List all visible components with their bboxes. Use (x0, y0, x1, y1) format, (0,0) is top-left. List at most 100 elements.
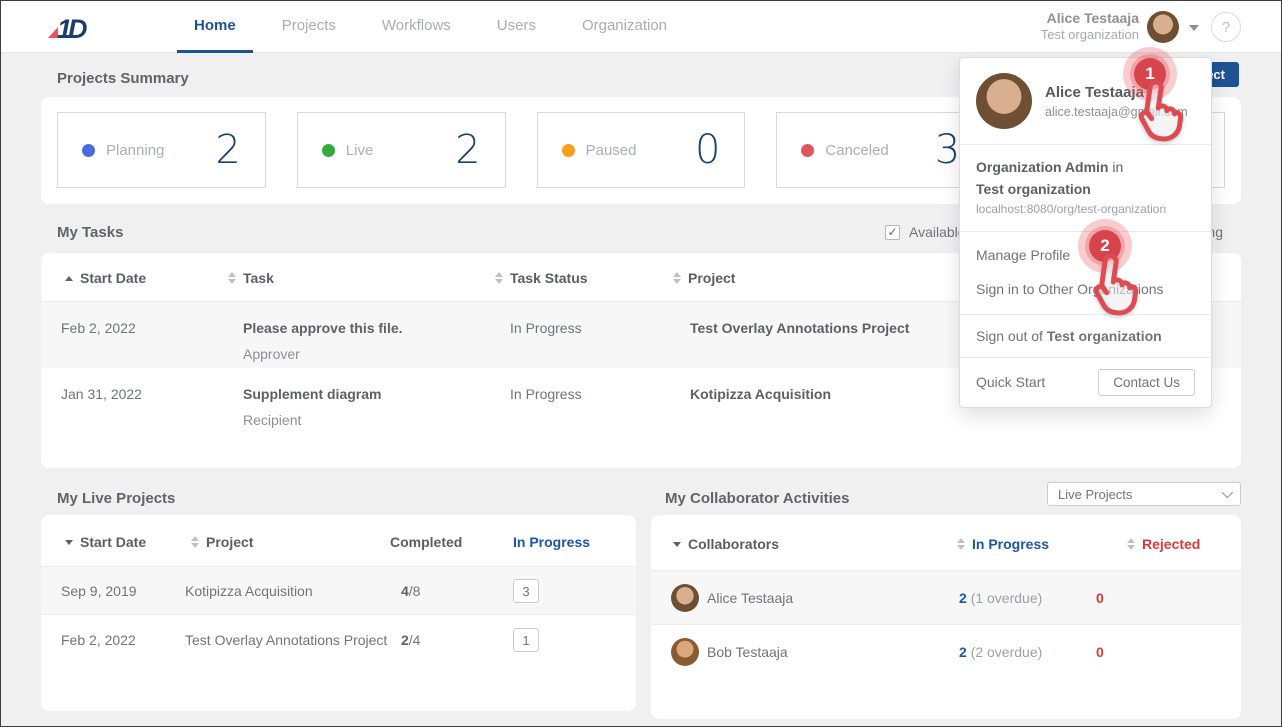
collaborator-avatar (671, 638, 699, 666)
app-logo-icon[interactable]: 1D (41, 12, 101, 42)
summary-card-live[interactable]: Live 2 (297, 112, 506, 188)
collaborator-in-progress: 2 (2 overdue) (959, 644, 1042, 660)
menu-footer: Quick Start Contact Us (960, 358, 1211, 407)
in-progress-count-button[interactable]: 3 (513, 579, 539, 603)
user-dropdown-menu: Alice Testaaja alice.testaaja@gmail.com … (959, 57, 1212, 408)
summary-card-planning[interactable]: Planning 2 (57, 112, 266, 188)
summary-card-canceled[interactable]: Canceled 3 (776, 112, 985, 188)
collaborator-activities-title: My Collaborator Activities (665, 490, 849, 507)
profile-email: alice.testaaja@gmail.com (1045, 105, 1188, 119)
card-value: 3 (935, 127, 960, 173)
tasks-col-status[interactable]: Task Status (495, 270, 588, 286)
collaborator-avatar (671, 584, 699, 612)
sort-icon (191, 536, 199, 548)
live-col-start-date[interactable]: Start Date (65, 534, 146, 550)
user-name: Alice Testaaja (1041, 9, 1139, 27)
checkbox-checked-icon[interactable]: ✓ (885, 225, 900, 240)
card-label: Paused (586, 142, 637, 159)
collaborator-row[interactable]: Bob Testaaja 2 (2 overdue) 0 (651, 625, 1241, 679)
my-tasks-title: My Tasks (57, 224, 123, 241)
collab-col-in-progress[interactable]: In Progress (957, 536, 1049, 552)
projects-filter-select[interactable]: Live Projects (1047, 482, 1241, 506)
collaborator-name: Alice Testaaja (707, 590, 793, 606)
collaborator-rejected[interactable]: 0 (1096, 590, 1104, 606)
my-live-projects-table: Start Date Project Completed In Progress… (41, 515, 636, 711)
collab-col-rejected[interactable]: Rejected (1127, 536, 1200, 552)
collaborator-name: Bob Testaaja (707, 644, 788, 660)
collaborator-in-progress: 2 (1 overdue) (959, 590, 1042, 606)
user-organization: Test organization (1041, 27, 1139, 44)
collaborator-row[interactable]: Alice Testaaja 2 (1 overdue) 0 (651, 571, 1241, 625)
tasks-col-start-date[interactable]: Start Date (65, 270, 146, 286)
collaborator-activities-table: Collaborators In Progress Rejected Alice… (651, 515, 1241, 719)
tasks-col-task[interactable]: Task (228, 270, 274, 286)
live-status-dot-icon (322, 144, 335, 157)
quick-start-link[interactable]: Quick Start (976, 374, 1045, 390)
live-project-row[interactable]: Sep 9, 2019 Kotipizza Acquisition 4/8 3 (41, 567, 636, 615)
card-value: 2 (215, 127, 240, 173)
live-project-row[interactable]: Feb 2, 2022 Test Overlay Annotations Pro… (41, 616, 636, 664)
live-start-date: Sep 9, 2019 (61, 583, 137, 599)
chevron-down-icon (1222, 487, 1233, 498)
profile-avatar (976, 73, 1032, 129)
in-progress-count-button[interactable]: 1 (513, 628, 539, 652)
collab-col-name[interactable]: Collaborators (673, 536, 779, 552)
tasks-col-project[interactable]: Project (673, 270, 735, 286)
nav-item-workflows[interactable]: Workflows (365, 1, 468, 53)
card-value: 0 (695, 127, 720, 173)
help-button[interactable]: ? (1211, 12, 1241, 42)
chevron-down-icon[interactable] (1189, 25, 1199, 31)
task-start-date: Jan 31, 2022 (61, 386, 142, 402)
card-value: 2 (455, 127, 480, 173)
planning-status-dot-icon (82, 144, 95, 157)
live-table-header: Start Date Project Completed In Progress (41, 515, 636, 567)
sort-icon (1127, 538, 1135, 550)
task-project[interactable]: Test Overlay Annotations Project (690, 320, 909, 336)
org-name: Test organization (976, 179, 1195, 201)
sort-desc-icon (673, 542, 681, 547)
card-label: Planning (106, 142, 164, 159)
task-project[interactable]: Kotipizza Acquisition (690, 386, 831, 402)
menu-item-manage-profile[interactable]: Manage Profile (976, 238, 1195, 272)
my-live-projects-title: My Live Projects (57, 490, 175, 507)
collaborator-rejected[interactable]: 0 (1096, 644, 1104, 660)
user-menu-trigger[interactable]: Alice Testaaja Test organization (1041, 9, 1139, 44)
contact-us-button[interactable]: Contact Us (1098, 369, 1195, 396)
user-avatar[interactable] (1147, 11, 1179, 43)
question-mark-icon: ? (1222, 19, 1230, 36)
org-url: localhost:8080/org/test-organization (976, 200, 1195, 219)
summary-card-paused[interactable]: Paused 0 (537, 112, 746, 188)
projects-summary-title: Projects Summary (57, 70, 189, 87)
task-status: In Progress (510, 320, 582, 336)
task-title[interactable]: Supplement diagram (243, 386, 381, 402)
card-label: Canceled (825, 142, 888, 159)
live-col-in-progress[interactable]: In Progress (513, 534, 590, 550)
live-col-completed[interactable]: Completed (390, 534, 462, 550)
live-project-name[interactable]: Kotipizza Acquisition (185, 583, 313, 599)
sort-icon (957, 538, 965, 550)
live-project-name[interactable]: Test Overlay Annotations Project (185, 632, 387, 648)
menu-items-section: Manage Profile Sign in to Other Organiza… (960, 232, 1211, 315)
live-start-date: Feb 2, 2022 (61, 632, 136, 648)
app-window: 1D Home Projects Workflows Users Organiz… (0, 0, 1282, 727)
collab-table-header: Collaborators In Progress Rejected (651, 515, 1241, 571)
task-role: Approver (243, 346, 403, 362)
task-status: In Progress (510, 386, 582, 402)
sort-icon (228, 272, 236, 284)
task-role: Recipient (243, 412, 381, 428)
menu-organization-section: Organization Admin in Test organization … (960, 145, 1211, 232)
available-filter[interactable]: ✓ Available (885, 224, 966, 240)
sort-icon (673, 272, 681, 284)
nav-item-home[interactable]: Home (177, 1, 253, 53)
available-filter-label: Available (909, 224, 966, 240)
menu-item-sign-out[interactable]: Sign out of Test organization (960, 315, 1211, 358)
nav-item-projects[interactable]: Projects (265, 1, 353, 53)
nav-item-organization[interactable]: Organization (565, 1, 684, 53)
nav-item-users[interactable]: Users (480, 1, 553, 53)
menu-item-sign-in-other-orgs[interactable]: Sign in to Other Organizations (976, 272, 1195, 306)
live-col-project[interactable]: Project (191, 534, 253, 550)
task-start-date: Feb 2, 2022 (61, 320, 136, 336)
task-title[interactable]: Please approve this file. (243, 320, 403, 336)
sort-icon (495, 272, 503, 284)
main-nav: Home Projects Workflows Users Organizati… (177, 1, 696, 53)
